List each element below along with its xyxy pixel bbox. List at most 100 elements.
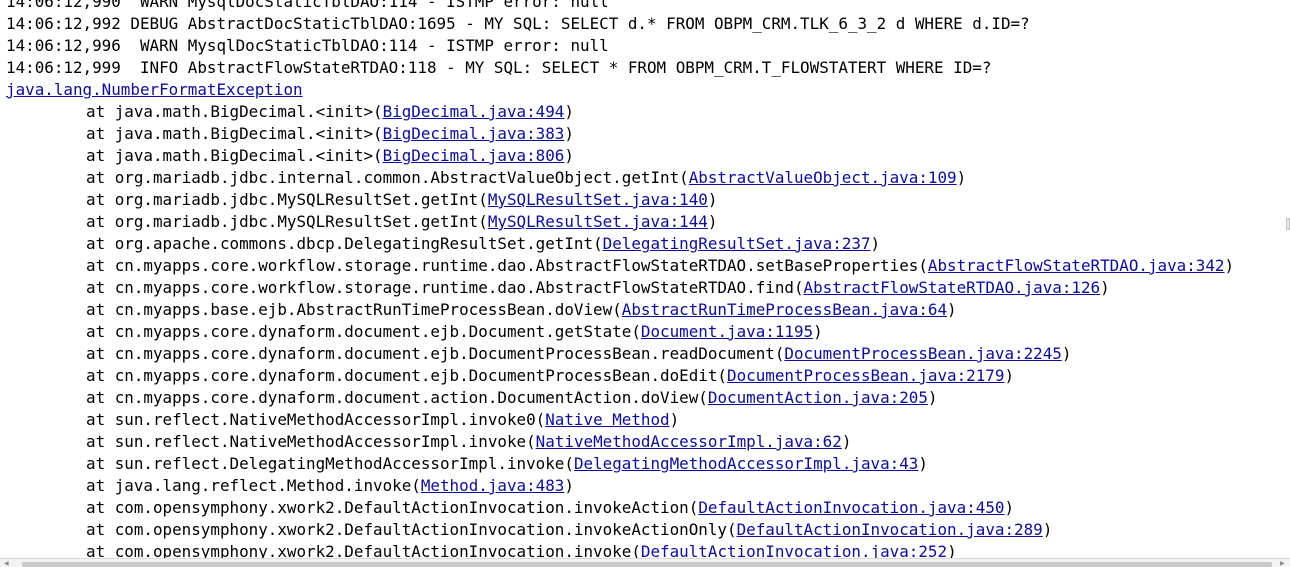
- stack-frame-method: at org.apache.commons.dbcp.DelegatingRes…: [86, 234, 594, 253]
- vertical-scroll-marker[interactable]: [1286, 218, 1290, 230]
- close-paren: ): [918, 454, 928, 473]
- log-line: 14:06:12,990 WARN MysqlDocStaticTblDAO:1…: [6, 0, 609, 11]
- stack-trace-line: at com.opensymphony.xwork2.DefaultAction…: [6, 519, 1234, 541]
- close-paren: ): [564, 102, 574, 121]
- source-link[interactable]: MySQLResultSet.java:144: [488, 212, 708, 231]
- source-link[interactable]: DefaultActionInvocation.java:450: [698, 498, 1004, 517]
- horizontal-scrollbar-thumb[interactable]: [22, 562, 1272, 567]
- close-paren: ): [564, 124, 574, 143]
- source-link[interactable]: AbstractFlowStateRTDAO.java:126: [804, 278, 1101, 297]
- stack-frame-method: at cn.myapps.core.dynaform.document.ejb.…: [86, 366, 718, 385]
- open-paren: (: [631, 542, 641, 558]
- source-link[interactable]: AbstractValueObject.java:109: [689, 168, 957, 187]
- source-link[interactable]: DelegatingMethodAccessorImpl.java:43: [574, 454, 918, 473]
- open-paren: (: [793, 278, 804, 297]
- stack-frame-method: at java.math.BigDecimal.<init>: [86, 146, 374, 165]
- stack-trace-line: at com.opensymphony.xwork2.DefaultAction…: [6, 497, 1234, 519]
- stack-trace-line: at org.apache.commons.dbcp.DelegatingRes…: [6, 233, 1234, 255]
- open-paren: (: [774, 344, 785, 363]
- source-link[interactable]: AbstractFlowStateRTDAO.java:342: [928, 256, 1225, 275]
- stack-frame-method: at sun.reflect.NativeMethodAccessorImpl.…: [86, 432, 527, 451]
- open-paren: (: [478, 190, 488, 209]
- close-paren: ): [841, 432, 852, 451]
- stack-frame-method: at org.mariadb.jdbc.MySQLResultSet.getIn…: [86, 190, 479, 209]
- source-link[interactable]: DocumentProcessBean.java:2245: [784, 344, 1061, 363]
- source-link[interactable]: BigDecimal.java:806: [383, 146, 565, 165]
- open-paren: (: [612, 300, 622, 319]
- console-output[interactable]: 14:06:12,990 WARN MysqlDocStaticTblDAO:1…: [0, 0, 1284, 558]
- source-link[interactable]: BigDecimal.java:383: [383, 124, 565, 143]
- stack-trace-line: at cn.myapps.core.dynaform.document.acti…: [6, 387, 1234, 409]
- source-link[interactable]: AbstractRunTimeProcessBean.java:64: [622, 300, 947, 319]
- source-link[interactable]: MySQLResultSet.java:140: [488, 190, 708, 209]
- open-paren: (: [373, 102, 383, 121]
- stack-trace-line: at cn.myapps.core.workflow.storage.runti…: [6, 277, 1234, 299]
- stack-frame-method: at org.mariadb.jdbc.MySQLResultSet.getIn…: [86, 212, 479, 231]
- source-link[interactable]: DelegatingResultSet.java:237: [603, 234, 871, 253]
- stack-trace-line: at org.mariadb.jdbc.MySQLResultSet.getIn…: [6, 211, 1234, 233]
- stack-trace-line: at cn.myapps.core.dynaform.document.ejb.…: [6, 343, 1234, 365]
- source-link[interactable]: DefaultActionInvocation.java:252: [641, 542, 947, 558]
- stack-trace-line: at sun.reflect.DelegatingMethodAccessorI…: [6, 453, 1234, 475]
- stack-trace-line: at cn.myapps.core.workflow.storage.runti…: [6, 255, 1234, 277]
- exception-link[interactable]: java.lang.NumberFormatException: [6, 80, 303, 99]
- stack-frame-method: at cn.myapps.base.ejb.AbstractRunTimePro…: [86, 300, 613, 319]
- open-paren: (: [631, 322, 641, 341]
- close-paren: ): [1224, 256, 1235, 275]
- close-paren: ): [947, 300, 957, 319]
- scroll-right-icon[interactable]: ▶: [1280, 560, 1285, 567]
- close-paren: ): [707, 212, 718, 231]
- stack-frame-method: at cn.myapps.core.dynaform.document.ejb.…: [86, 344, 775, 363]
- stack-trace-line: at sun.reflect.NativeMethodAccessorImpl.…: [6, 431, 1234, 453]
- open-paren: (: [679, 168, 689, 187]
- open-paren: (: [688, 498, 699, 517]
- stack-trace-line: at java.math.BigDecimal.<init>(BigDecima…: [6, 123, 1234, 145]
- open-paren: (: [918, 256, 928, 275]
- log-line: 14:06:12,999 INFO AbstractFlowStateRTDAO…: [6, 58, 992, 77]
- close-paren: ): [813, 322, 823, 341]
- stack-trace-line: at cn.myapps.base.ejb.AbstractRunTimePro…: [6, 299, 1234, 321]
- stack-trace-line: at java.math.BigDecimal.<init>(BigDecima…: [6, 101, 1234, 123]
- stack-trace-line: at org.mariadb.jdbc.internal.common.Abst…: [6, 167, 1234, 189]
- horizontal-scrollbar[interactable]: ◀ ▶: [0, 558, 1290, 567]
- close-paren: ): [669, 410, 680, 429]
- source-link[interactable]: DocumentProcessBean.java:2179: [727, 366, 1004, 385]
- stack-trace-line: at org.mariadb.jdbc.MySQLResultSet.getIn…: [6, 189, 1234, 211]
- console-lines: 14:06:12,990 WARN MysqlDocStaticTblDAO:1…: [6, 0, 1234, 558]
- open-paren: (: [535, 410, 546, 429]
- open-paren: (: [373, 124, 383, 143]
- close-paren: ): [1004, 498, 1015, 517]
- stack-trace-line: at cn.myapps.core.dynaform.document.ejb.…: [6, 321, 1234, 343]
- source-link[interactable]: DocumentAction.java:205: [708, 388, 928, 407]
- open-paren: (: [478, 212, 488, 231]
- stack-frame-method: at cn.myapps.core.workflow.storage.runti…: [86, 256, 919, 275]
- stack-frame-method: at cn.myapps.core.dynaform.document.acti…: [86, 388, 699, 407]
- close-paren: ): [927, 388, 938, 407]
- source-link[interactable]: BigDecimal.java:494: [383, 102, 565, 121]
- close-paren: ): [564, 476, 574, 495]
- stack-frame-method: at sun.reflect.DelegatingMethodAccessorI…: [86, 454, 565, 473]
- source-link[interactable]: DefaultActionInvocation.java:289: [737, 520, 1043, 539]
- stack-frame-method: at com.opensymphony.xwork2.DefaultAction…: [86, 498, 689, 517]
- stack-frame-method: at cn.myapps.core.dynaform.document.ejb.…: [86, 322, 632, 341]
- open-paren: (: [727, 520, 737, 539]
- stack-frame-method: at java.math.BigDecimal.<init>: [86, 102, 374, 121]
- source-link[interactable]: Native Method: [545, 410, 669, 429]
- close-paren: ): [1061, 344, 1072, 363]
- scroll-left-icon[interactable]: ◀: [4, 560, 9, 567]
- exception-line: java.lang.NumberFormatException: [6, 79, 1234, 101]
- open-paren: (: [411, 476, 421, 495]
- source-link[interactable]: Method.java:483: [421, 476, 565, 495]
- log-line: 14:06:12,996 WARN MysqlDocStaticTblDAO:1…: [6, 36, 609, 55]
- open-paren: (: [526, 432, 536, 451]
- open-paren: (: [717, 366, 727, 385]
- stack-trace-line: at sun.reflect.NativeMethodAccessorImpl.…: [6, 409, 1234, 431]
- log-line: 14:06:12,992 DEBUG AbstractDocStaticTblD…: [6, 14, 1030, 33]
- stack-trace-line: at cn.myapps.core.dynaform.document.ejb.…: [6, 365, 1234, 387]
- stack-frame-method: at java.math.BigDecimal.<init>: [86, 124, 374, 143]
- close-paren: ): [956, 168, 967, 187]
- stack-frame-method: at sun.reflect.NativeMethodAccessorImpl.…: [86, 410, 536, 429]
- source-link[interactable]: Document.java:1195: [641, 322, 813, 341]
- close-paren: ): [707, 190, 718, 209]
- source-link[interactable]: NativeMethodAccessorImpl.java:62: [536, 432, 842, 451]
